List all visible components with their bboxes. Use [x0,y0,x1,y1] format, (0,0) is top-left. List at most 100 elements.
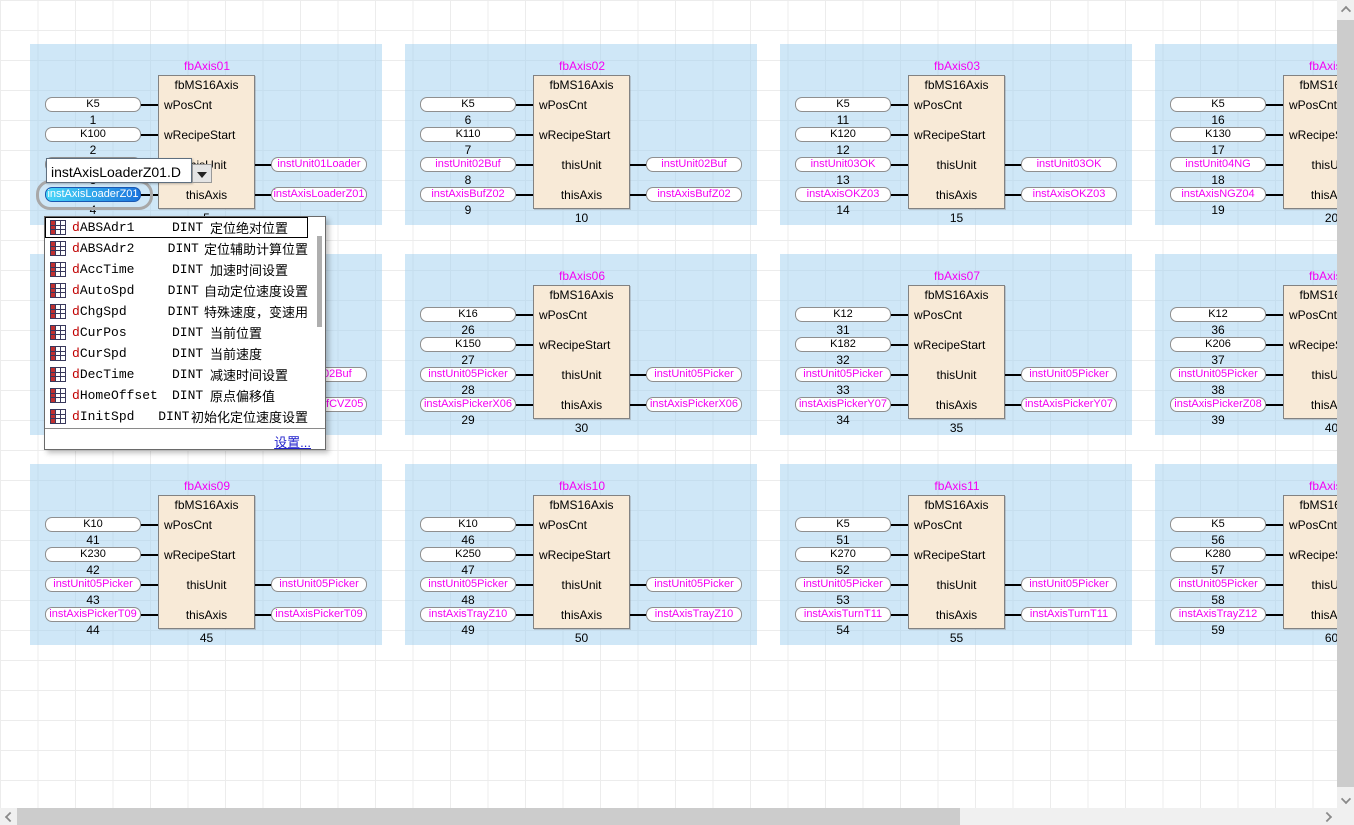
fbd-editor-canvas[interactable]: fbAxis01 fbMS16AxiswPosCntwRecipeStartthi… [0,0,1337,808]
input-argument[interactable]: K5 [45,97,141,112]
output-argument[interactable]: instAxisBufZ02 [646,187,742,202]
input-argument-selected[interactable]: instAxisLoaderZ01 [45,187,141,202]
member-list-item[interactable]: dChgSpdDINT特殊速度，变速用 [45,301,308,322]
output-argument[interactable]: instUnit05Picker [646,577,742,592]
fb-instance-name[interactable]: fbAxis06 [493,269,671,283]
member-list-item[interactable]: dAccTimeDINT加速时间设置 [45,259,308,280]
input-argument[interactable]: instUnit05Picker [420,367,516,382]
function-block[interactable]: fbMS16AxiswPosCntwRecipeStartthisUnitthi… [1283,75,1337,209]
input-argument[interactable]: K10 [420,517,516,532]
function-block[interactable]: fbMS16AxiswPosCntwRecipeStartthisUnitthi… [533,285,630,419]
vertical-scrollbar[interactable] [1337,0,1354,808]
input-argument[interactable]: instUnit04NG [1170,157,1266,172]
member-list-item[interactable]: dHomeOffsetDINT原点偏移值 [45,385,308,406]
input-argument[interactable]: instAxisTrayZ12 [1170,607,1266,622]
input-argument[interactable]: K16 [420,307,516,322]
function-block[interactable]: fbMS16AxiswPosCntwRecipeStartthisUnitthi… [908,75,1005,209]
function-block[interactable]: fbMS16AxiswPosCntwRecipeStartthisUnitthi… [158,495,255,629]
scroll-down-button[interactable] [1337,791,1354,808]
input-argument[interactable]: instUnit05Picker [1170,577,1266,592]
input-argument[interactable]: instAxisTrayZ10 [420,607,516,622]
function-block[interactable]: fbMS16AxiswPosCntwRecipeStartthisUnitthi… [533,75,630,209]
member-list-item[interactable]: dABSAdr2DINT定位辅助计算位置 [45,238,308,259]
input-argument[interactable]: instUnit05Picker [420,577,516,592]
output-argument[interactable]: instAxisLoaderZ01 [271,187,367,202]
vertical-scrollbar-thumb[interactable] [1337,20,1354,787]
output-argument[interactable]: instUnit05Picker [646,367,742,382]
input-argument[interactable]: K12 [795,307,891,322]
input-argument[interactable]: K10 [45,517,141,532]
output-argument[interactable]: instUnit05Picker [1021,367,1117,382]
input-argument[interactable]: K280 [1170,547,1266,562]
fb-instance-name[interactable]: fbAxis04 [1243,59,1337,73]
member-list-item[interactable]: dCurPosDINT当前位置 [45,322,308,343]
input-argument[interactable]: instUnit05Picker [45,577,141,592]
fb-instance-name[interactable]: fbAxis09 [118,479,296,493]
input-argument[interactable]: instUnit02Buf [420,157,516,172]
input-argument[interactable]: K110 [420,127,516,142]
horizontal-scrollbar-thumb[interactable] [17,808,960,825]
fb-instance-name[interactable]: fbAxis11 [868,479,1046,493]
input-argument[interactable]: instUnit05Picker [795,577,891,592]
member-list-item[interactable]: dAutoSpdDINT自动定位速度设置 [45,280,308,301]
fb-instance-name[interactable]: fbAxis07 [868,269,1046,283]
input-argument[interactable]: K5 [420,97,516,112]
function-block[interactable]: fbMS16AxiswPosCntwRecipeStartthisUnitthi… [1283,285,1337,419]
input-argument[interactable]: instUnit05Picker [1170,367,1266,382]
scroll-right-button[interactable] [1320,808,1337,825]
horizontal-scrollbar[interactable] [0,808,1337,825]
input-argument[interactable]: instAxisPickerZ08 [1170,397,1266,412]
fb-instance-name[interactable]: fbAxis12 [1243,479,1337,493]
input-argument[interactable]: K150 [420,337,516,352]
input-argument[interactable]: K206 [1170,337,1266,352]
input-argument[interactable]: K130 [1170,127,1266,142]
input-argument[interactable]: instAxisPickerT09 [45,607,141,622]
output-argument[interactable]: instAxisPickerY07 [1021,397,1117,412]
input-argument[interactable]: instAxisTurnT11 [795,607,891,622]
scroll-left-button[interactable] [0,808,17,825]
member-edit-input[interactable] [46,158,192,183]
member-list-item[interactable]: dABSAdr1DINT定位绝对位置 [45,217,308,238]
input-argument[interactable]: instUnit05Picker [795,367,891,382]
input-argument[interactable]: K5 [795,97,891,112]
input-argument[interactable]: instUnit03OK [795,157,891,172]
input-argument[interactable]: instAxisPickerY07 [795,397,891,412]
function-block[interactable]: fbMS16AxiswPosCntwRecipeStartthisUnitthi… [908,495,1005,629]
fb-instance-name[interactable]: fbAxis08 [1243,269,1337,283]
dropdown-arrow-button[interactable] [192,164,212,183]
output-argument[interactable]: instUnit05Picker [271,577,367,592]
input-argument[interactable]: K270 [795,547,891,562]
output-argument[interactable]: instAxisTrayZ10 [646,607,742,622]
scroll-up-button[interactable] [1337,0,1354,17]
popup-scrollbar-thumb[interactable] [317,236,322,327]
input-argument[interactable]: instAxisNGZ04 [1170,187,1266,202]
input-argument[interactable]: K12 [1170,307,1266,322]
input-argument[interactable]: K230 [45,547,141,562]
output-argument[interactable]: instUnit02Buf [646,157,742,172]
input-argument[interactable]: instAxisOKZ03 [795,187,891,202]
output-argument[interactable]: instAxisTurnT11 [1021,607,1117,622]
function-block[interactable]: fbMS16AxiswPosCntwRecipeStartthisUnitthi… [533,495,630,629]
member-list-item[interactable]: dCurSpdDINT当前速度 [45,343,308,364]
input-argument[interactable]: K5 [1170,97,1266,112]
input-argument[interactable]: K120 [795,127,891,142]
output-argument[interactable]: instAxisOKZ03 [1021,187,1117,202]
output-argument[interactable]: instAxisPickerX06 [646,397,742,412]
output-argument[interactable]: instUnit05Picker [1021,577,1117,592]
input-argument[interactable]: K250 [420,547,516,562]
fb-instance-name[interactable]: fbAxis03 [868,59,1046,73]
input-argument[interactable]: instAxisBufZ02 [420,187,516,202]
member-list-item[interactable]: dDecTimeDINT减速时间设置 [45,364,308,385]
function-block[interactable]: fbMS16AxiswPosCntwRecipeStartthisUnitthi… [158,75,255,209]
fb-instance-name[interactable]: fbAxis01 [118,59,296,73]
input-argument[interactable]: K100 [45,127,141,142]
output-argument[interactable]: instUnit03OK [1021,157,1117,172]
function-block[interactable]: fbMS16AxiswPosCntwRecipeStartthisUnitthi… [1283,495,1337,629]
input-argument[interactable]: K5 [1170,517,1266,532]
output-argument[interactable]: instAxisPickerT09 [271,607,367,622]
fb-instance-name[interactable]: fbAxis10 [493,479,671,493]
input-argument[interactable]: K5 [795,517,891,532]
output-argument[interactable]: instUnit01Loader [271,157,367,172]
settings-link[interactable]: 设置... [274,432,311,451]
function-block[interactable]: fbMS16AxiswPosCntwRecipeStartthisUnitthi… [908,285,1005,419]
